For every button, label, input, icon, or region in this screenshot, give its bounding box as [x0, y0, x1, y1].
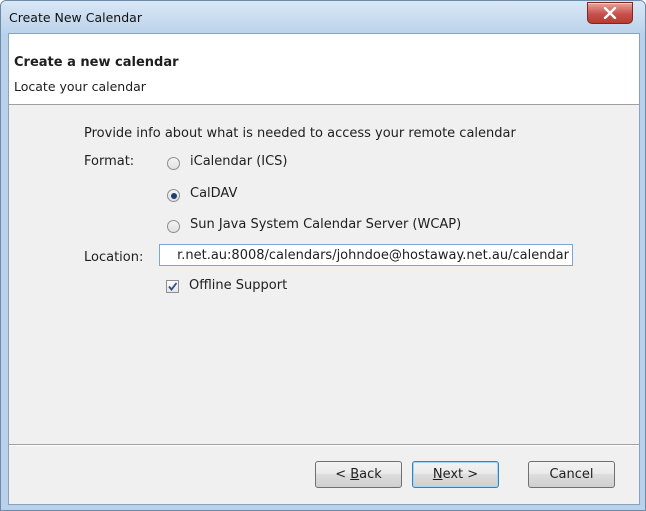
location-value: r.net.au:8008/calendars/johndoe@hostaway… [177, 248, 569, 263]
window-title: Create New Calendar [9, 10, 142, 25]
checkmark-icon [168, 282, 178, 291]
offline-support-checkbox[interactable] [166, 280, 179, 293]
dialog-window: Create New Calendar Create a new calenda… [0, 0, 646, 511]
next-accesskey: N [432, 467, 443, 482]
instructions-text: Provide info about what is needed to acc… [84, 126, 516, 141]
next-label: ext > [442, 467, 479, 482]
format-label: Format: [84, 154, 135, 169]
next-button[interactable]: Next > [412, 461, 499, 488]
location-input[interactable]: r.net.au:8008/calendars/johndoe@hostaway… [159, 244, 573, 266]
page-subtitle: Locate your calendar [14, 79, 146, 94]
footer-divider [9, 444, 639, 446]
cancel-button[interactable]: Cancel [528, 461, 615, 488]
title-bar[interactable]: Create New Calendar [1, 1, 645, 33]
radio-button[interactable] [167, 220, 180, 233]
radio-label: CalDAV [190, 186, 238, 201]
dialog-body: Create a new calendar Locate your calend… [8, 33, 640, 505]
location-label: Location: [84, 250, 144, 265]
offline-support-label: Offline Support [189, 278, 288, 293]
back-prefix: < [335, 467, 351, 482]
close-icon [603, 7, 617, 19]
wizard-header: Create a new calendar Locate your calend… [9, 34, 639, 105]
radio-button[interactable] [167, 157, 180, 170]
radio-label: Sun Java System Calendar Server (WCAP) [190, 217, 462, 232]
back-label: ack [359, 467, 382, 482]
back-button[interactable]: < Back [315, 461, 402, 488]
radio-button-selected[interactable] [167, 189, 180, 202]
page-title: Create a new calendar [14, 55, 179, 70]
radio-label: iCalendar (ICS) [190, 154, 288, 169]
back-accesskey: B [350, 467, 360, 482]
close-button[interactable] [587, 2, 633, 24]
